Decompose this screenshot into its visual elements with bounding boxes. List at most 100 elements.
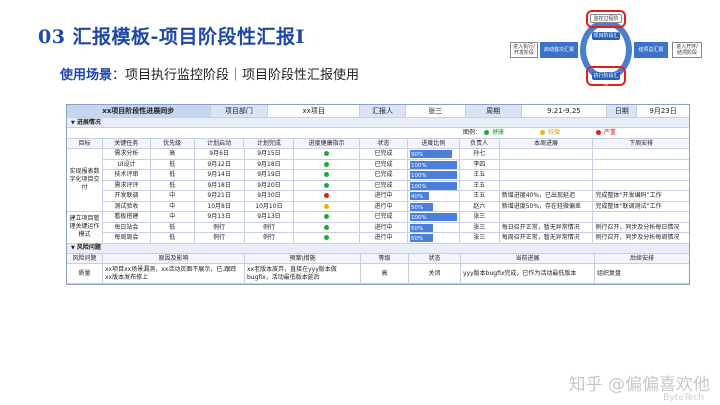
risk-column-header: 风险问题 原因及影响 预案\措施 等级 状态 当前进展 后续安排: [67, 253, 689, 264]
task-health: [294, 159, 361, 170]
risk-progress: yyy版本bugfix完成，已作为活动最低版本: [461, 264, 595, 284]
task-owner: 李四: [459, 159, 500, 170]
task-end: 9月20日: [244, 180, 295, 191]
task-start: 9月12日: [194, 159, 245, 170]
task-progress: 50%: [407, 222, 460, 233]
task-progress: 100%: [407, 170, 460, 181]
diagram-start-arrow: 启动首次汇报: [540, 42, 578, 58]
task-next-week: [593, 170, 690, 181]
task-name: 开发联调: [103, 191, 151, 202]
task-priority: 中: [150, 201, 195, 212]
green-dot-icon: [484, 130, 490, 136]
task-name: UI设计: [103, 159, 151, 170]
task-start: 例行: [194, 222, 245, 233]
target-column: 实现报表数字化项目交付 建立项目管理关键运作模式: [67, 149, 103, 244]
risk-col-issue: 风险问题: [67, 253, 103, 264]
col-status: 状态: [360, 138, 408, 149]
task-name: 技术评审: [103, 170, 151, 181]
diagram-top-label: 监控过程阶: [590, 14, 622, 23]
risk-plan: xx老版本废弃，直接在yyy版本做bugfix，活动最低版本延后: [245, 264, 361, 284]
table-row: 需求分析高 9月6日 9月15日 已完成 90% 孙七: [103, 149, 690, 160]
progress-bar: 50%: [409, 223, 457, 232]
task-status: 进行中: [360, 222, 408, 233]
target-group-2: 建立项目管理关键运作模式: [67, 212, 103, 244]
task-start: 例行: [194, 233, 245, 244]
task-priority: 低: [150, 233, 195, 244]
task-next-week: 完成整体“联调测试”工作: [593, 202, 690, 212]
legend-row: 图例： 健康 轻微 严重: [67, 128, 689, 139]
task-end: 例行: [244, 222, 295, 233]
green-dot-icon: [324, 151, 330, 156]
reporter-label: 汇报人: [360, 105, 406, 118]
task-health: [294, 191, 361, 202]
watermark-sub: ByteTech: [663, 393, 704, 403]
task-start: 9月14日: [194, 170, 245, 181]
triangle-icon: ▼: [71, 245, 75, 251]
watermark: 知乎 @偏偏喜欢他: [568, 375, 710, 395]
task-start: 9月6日: [194, 149, 245, 160]
period-label: 周期: [465, 105, 522, 118]
task-health: [294, 170, 361, 181]
task-health: [294, 149, 361, 160]
risk-section-header: ▼ 风险问题: [67, 243, 689, 254]
task-next-week: 例行召开，同步及分析每日情况: [593, 223, 690, 233]
risk-next: 组织复盘: [595, 264, 689, 284]
task-health: [294, 212, 361, 223]
task-status: 已完成: [360, 170, 408, 181]
task-owner: 赵六: [459, 201, 500, 212]
progress-section-title: 进展情况: [76, 118, 101, 126]
sheet-header-row: xx项目阶段性进展同步 项目部门 xx项目 汇报人 张三 周期 9.21-9.2…: [67, 105, 689, 118]
col-progress: 进度比例: [407, 138, 460, 149]
legend-yellow-label: 轻微: [548, 128, 561, 136]
subtitle-label: 使用场景: [60, 68, 113, 83]
task-priority: 低: [150, 159, 195, 170]
progress-bar: 50%: [409, 234, 457, 242]
risk-col-plan: 预案\措施: [245, 253, 361, 264]
progress-report-sheet: xx项目阶段性进展同步 项目部门 xx项目 汇报人 张三 周期 9.21-9.2…: [66, 104, 690, 285]
task-end: 9月15日: [244, 149, 295, 160]
task-priority: 低: [150, 222, 195, 233]
process-diagram: 进入执行/开发阶段 启动首次汇报 监控过程阶 项目阶段汇报 执行阶段汇报 结项总…: [510, 4, 710, 94]
risk-issue: 质量: [67, 264, 103, 284]
green-dot-icon: [324, 161, 330, 167]
task-progress: 100%: [407, 159, 460, 170]
col-next-week: 下周安排: [593, 138, 689, 149]
diagram-end-arrow: 结项总汇报: [634, 42, 668, 58]
progress-bar: 50%: [409, 202, 457, 211]
task-name: 看板搭建: [103, 212, 151, 223]
progress-label: 100%: [410, 183, 427, 190]
dept-value: xx项目: [268, 105, 361, 118]
progress-label: 50%: [410, 236, 424, 242]
task-priority: 低: [150, 180, 195, 191]
green-dot-icon: [324, 235, 330, 240]
slide-subtitle: 使用场景：项目执行监控阶段｜项目阶段性汇报使用: [60, 64, 359, 83]
task-this-week: 每日召开正常，暂无异常情况: [499, 222, 594, 233]
legend-green-label: 健康: [492, 128, 505, 136]
col-task: 关键任务: [102, 138, 151, 149]
diagram-left-box: 进入执行/开发阶段: [510, 42, 538, 58]
legend-red-label: 严重: [604, 128, 617, 136]
yellow-dot-icon: [540, 130, 546, 136]
dept-label: 项目部门: [210, 105, 269, 118]
progress-label: 90%: [410, 152, 424, 158]
diagram-ring-bottom: 执行阶段汇报: [592, 72, 620, 87]
table-row: UI设计低 9月12日 9月18日 已完成 100% 李四: [103, 159, 690, 170]
risk-col-level: 等级: [361, 253, 409, 264]
task-status: 已完成: [360, 180, 408, 191]
task-name: 每周周会: [103, 233, 151, 244]
risk-col-status: 状态: [409, 253, 461, 264]
table-row: 测试验收中 10月8日 10月10日 进行中 50% 赵六 新增进度50%，存在轻微偏差 完成…: [103, 201, 690, 212]
risk-level: 高: [361, 264, 409, 284]
col-target: 目标: [67, 138, 103, 149]
red-dot-icon: [324, 193, 330, 198]
progress-body: 实现报表数字化项目交付 建立项目管理关键运作模式 需求分析高 9月6日 9月15日已…: [67, 149, 690, 244]
task-this-week: [499, 180, 594, 191]
task-progress: 50%: [407, 201, 460, 212]
task-owner: 孙七: [459, 149, 500, 160]
task-priority: 中: [150, 212, 195, 223]
task-this-week: [499, 170, 594, 181]
task-start: 9月18日: [194, 180, 245, 191]
diagram-right-box: 进入开环/结项阶段: [672, 42, 702, 58]
task-next-week: [593, 212, 690, 223]
task-next-week: 完成整体“开发编码”工作: [593, 191, 690, 202]
